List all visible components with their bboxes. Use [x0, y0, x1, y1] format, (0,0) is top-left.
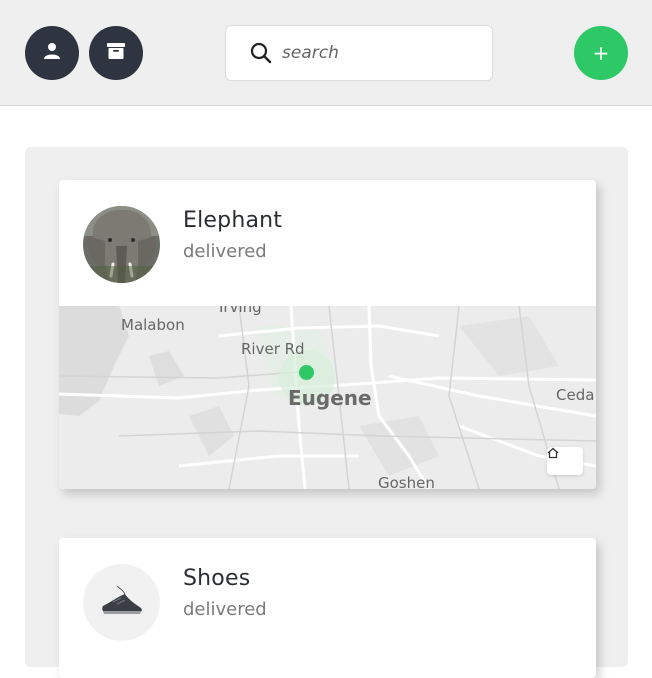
map-label-malabon: Malabon	[121, 316, 185, 334]
archive-icon	[107, 43, 125, 63]
search-input[interactable]	[280, 42, 484, 64]
search-icon	[250, 42, 272, 64]
map-label-irving: Irving	[219, 306, 262, 316]
archive-button[interactable]	[89, 26, 143, 80]
item-card[interactable]: Shoes delivered	[59, 538, 596, 678]
item-title: Elephant	[183, 208, 283, 233]
user-icon	[43, 42, 61, 64]
add-button-label: +	[592, 41, 610, 65]
elephant-photo	[83, 206, 160, 283]
top-bar: +	[0, 0, 652, 106]
map-home-button[interactable]	[547, 447, 583, 475]
user-button[interactable]	[25, 26, 79, 80]
location-pin[interactable]	[299, 365, 314, 380]
item-status: delivered	[183, 241, 267, 262]
item-avatar	[83, 564, 160, 641]
map-label-goshen: Goshen	[378, 474, 435, 489]
map-label-river-rd: River Rd	[241, 340, 305, 358]
delivery-map[interactable]: Irving Malabon River Rd Eugene Ceda Gosh…	[59, 306, 596, 489]
map-label-eugene: Eugene	[288, 386, 372, 410]
item-avatar	[83, 206, 160, 283]
map-label-ceda: Ceda	[556, 386, 595, 404]
search-box[interactable]	[225, 25, 493, 81]
item-title: Shoes	[183, 566, 251, 591]
add-button[interactable]: +	[574, 26, 628, 80]
item-card[interactable]: Elephant delivered Irving Malabon River …	[59, 180, 596, 489]
shoe-photo	[83, 564, 160, 641]
item-status: delivered	[183, 599, 267, 620]
